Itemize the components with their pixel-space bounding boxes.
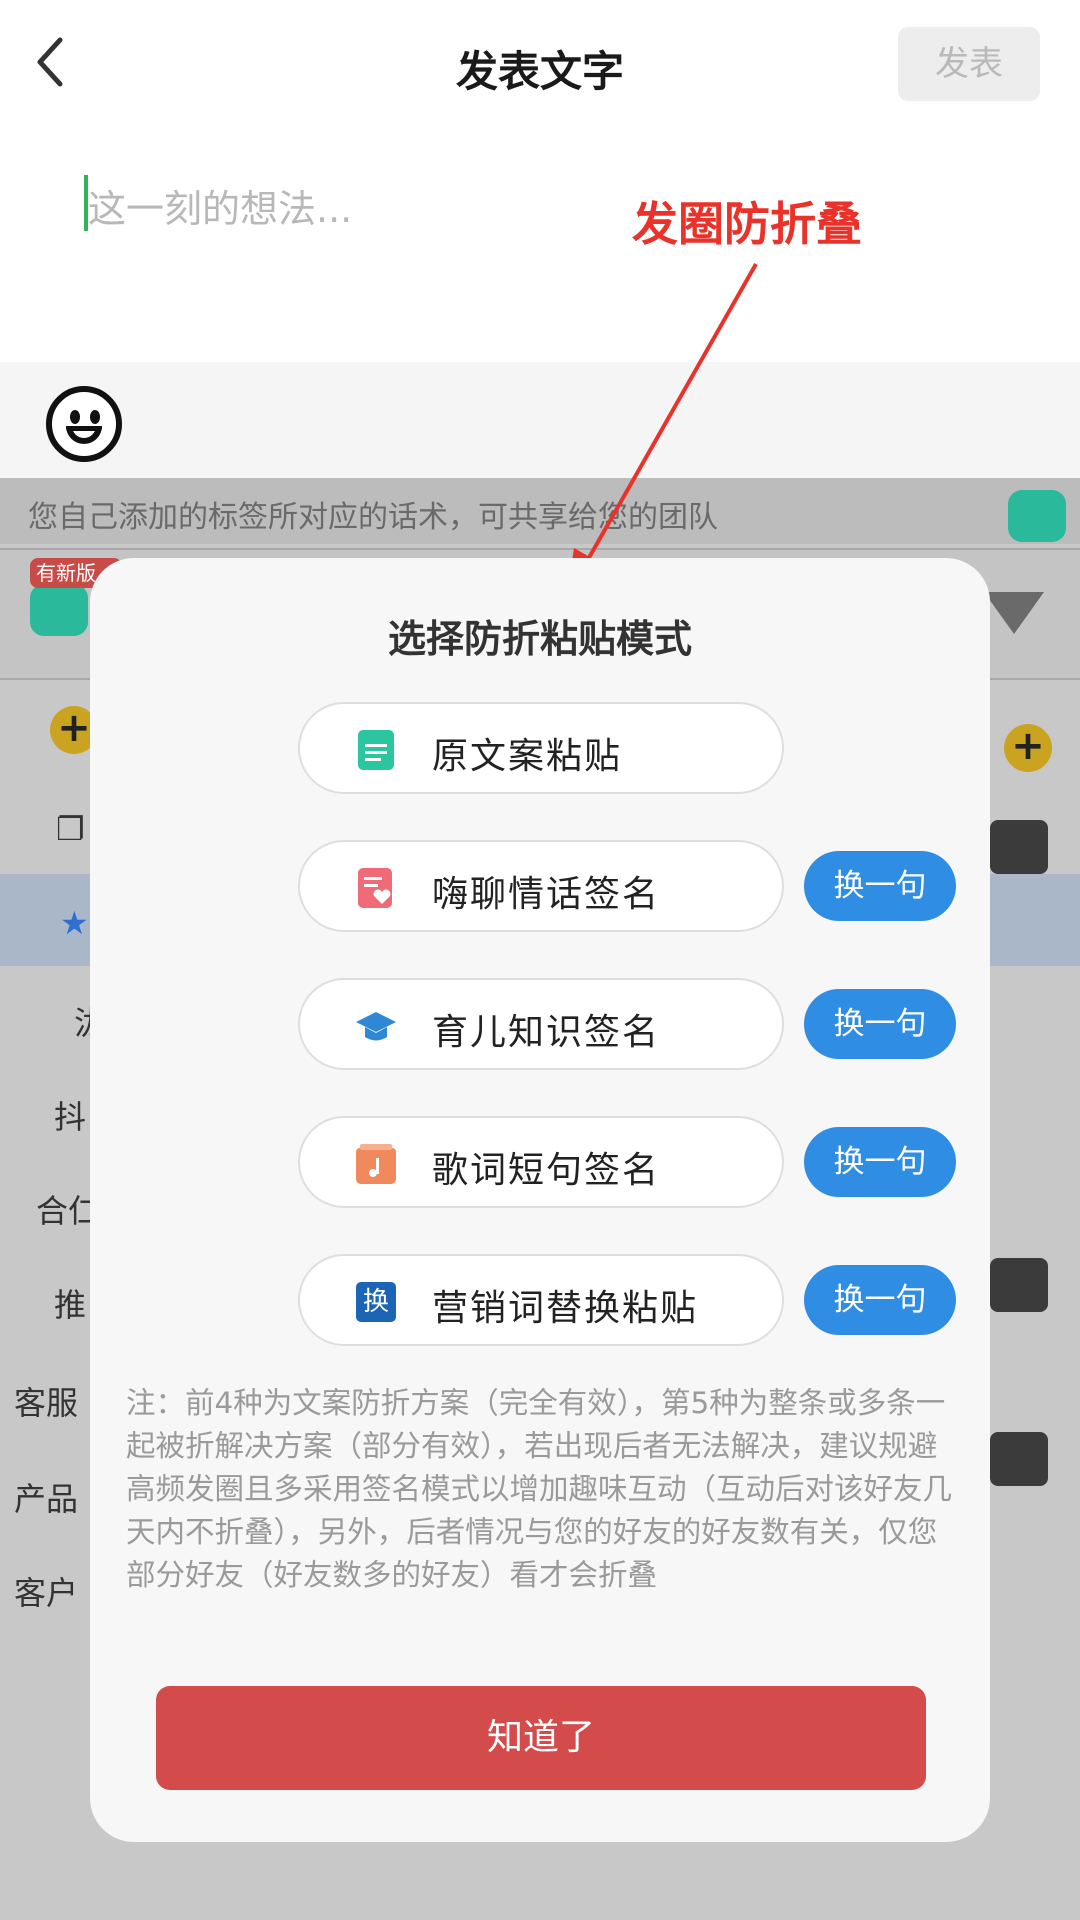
bg-row-label: 客户 xyxy=(14,1574,79,1612)
chat-bot-icon[interactable] xyxy=(1008,490,1066,542)
option-marketing-replace[interactable]: 换 营销词替换粘贴 xyxy=(298,1254,784,1346)
copy-icon[interactable] xyxy=(990,820,1048,874)
bg-row-label: ❐ xyxy=(56,810,85,848)
bg-row-label: 抖 xyxy=(54,1098,87,1136)
option-original-paste[interactable]: 原文案粘贴 xyxy=(298,702,784,794)
option-lyrics-signature[interactable]: 歌词短句签名 xyxy=(298,1116,784,1208)
bg-row-label: ★ xyxy=(60,904,89,942)
option-parenting-signature[interactable]: 育儿知识签名 xyxy=(298,978,784,1070)
dialog-note: 注：前4种为文案防折方案（完全有效），第5种为整条或多条一起被折解决方案（部分有… xyxy=(126,1386,953,1592)
add-icon[interactable]: + xyxy=(1004,724,1052,772)
chat-bot-icon[interactable] xyxy=(30,584,88,636)
option-label: 营销词替换粘贴 xyxy=(432,1288,699,1329)
swap-sentence-button[interactable]: 换一句 xyxy=(804,1127,956,1197)
annotation-arrow-icon xyxy=(568,263,758,588)
dropdown-icon[interactable] xyxy=(984,592,1044,634)
option-label: 嗨聊情话签名 xyxy=(432,874,661,915)
option-love-signature[interactable]: 嗨聊情话签名 xyxy=(298,840,784,932)
eye xyxy=(70,410,80,424)
document-icon xyxy=(358,730,394,770)
replace-icon: 换 xyxy=(356,1282,396,1322)
swap-sentence-button[interactable]: 换一句 xyxy=(804,1265,956,1335)
option-label: 育儿知识签名 xyxy=(432,1012,661,1053)
copy-icon[interactable] xyxy=(990,1432,1048,1486)
dialog-title: 选择防折粘贴模式 xyxy=(387,617,692,661)
compose-area[interactable] xyxy=(0,130,1080,362)
love-note-icon xyxy=(358,868,392,908)
smiley-icon[interactable] xyxy=(46,386,122,462)
swap-sentence-button[interactable]: 换一句 xyxy=(804,851,956,921)
option-label: 原文案粘贴 xyxy=(432,736,623,777)
music-box-icon xyxy=(356,1144,396,1184)
got-it-button[interactable]: 知道了 xyxy=(156,1686,926,1790)
bg-row-label: 客服 xyxy=(14,1384,79,1422)
eye xyxy=(90,410,100,424)
bg-row-label: 产品 xyxy=(14,1480,79,1518)
option-label: 歌词短句签名 xyxy=(432,1150,661,1191)
swap-sentence-button[interactable]: 换一句 xyxy=(804,989,956,1059)
copy-icon[interactable] xyxy=(990,1258,1048,1312)
annotation-text: 发圈防折叠 xyxy=(632,197,862,251)
mouth xyxy=(66,426,102,444)
compose-placeholder[interactable]: 这一刻的想法... xyxy=(88,178,352,233)
publish-button[interactable]: 发表 xyxy=(898,27,1040,101)
graduation-cap-icon xyxy=(356,1012,396,1041)
emoji-toolbar xyxy=(0,362,1080,478)
bg-row-label: 推 xyxy=(54,1286,87,1324)
